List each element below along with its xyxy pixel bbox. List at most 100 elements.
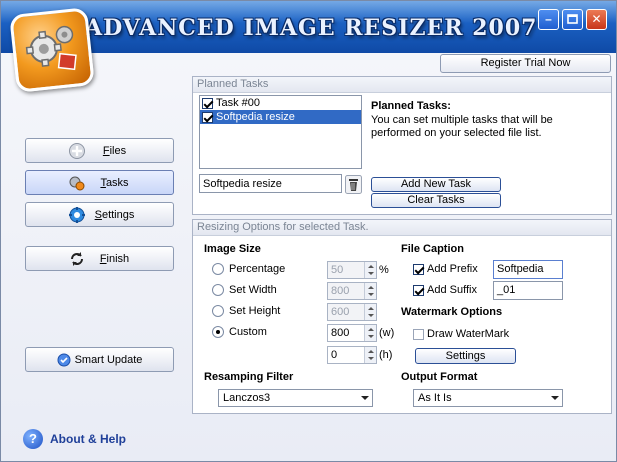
task-list[interactable]: Task #00 Softpedia resize [199, 95, 362, 169]
percentage-label: Percentage [229, 263, 286, 275]
settings-icon [69, 207, 85, 223]
task-item-selected[interactable]: Softpedia resize [200, 110, 361, 124]
task-item[interactable]: Task #00 [200, 96, 361, 110]
prefix-input[interactable]: Softpedia [493, 260, 563, 279]
output-format-heading: Output Format [401, 371, 478, 383]
stepper-arrows-icon[interactable] [364, 304, 376, 320]
minimize-button[interactable]: – [538, 9, 559, 30]
app-title: ADVANCED IMAGE RESIZER 2007 [85, 15, 538, 41]
clear-tasks-label: Clear Tasks [407, 194, 465, 206]
nav-settings-label: Settings [94, 208, 135, 221]
nav-tasks-button[interactable]: Tasks [25, 170, 174, 195]
set-height-radio[interactable]: Set Height [212, 305, 280, 317]
gears-icon [25, 25, 77, 71]
height-value: 600 [331, 306, 350, 318]
close-icon: ✕ [591, 12, 602, 26]
set-height-label: Set Height [229, 305, 281, 317]
height-unit: (h) [379, 349, 393, 361]
custom-height-stepper[interactable]: 0 [327, 346, 377, 364]
watermark-settings-button[interactable]: Settings [415, 348, 516, 364]
image-size-heading: Image Size [204, 243, 261, 255]
add-new-task-button[interactable]: Add New Task [371, 177, 501, 192]
trash-icon[interactable] [345, 175, 362, 194]
task-name-input[interactable] [199, 174, 342, 193]
set-width-label: Set Width [229, 284, 277, 296]
nav-tasks-label: Tasks [100, 176, 129, 189]
draw-watermark-checkbox-row[interactable]: Draw WaterMark [413, 328, 509, 340]
resampling-filter-select[interactable]: Lanczos3 [218, 389, 373, 407]
files-icon [69, 143, 85, 159]
radio-button-selected[interactable] [212, 326, 224, 338]
custom-width-value: 800 [331, 327, 350, 339]
nav-finish-button[interactable]: Finish [25, 246, 174, 271]
about-help-label: About & Help [50, 432, 126, 446]
height-stepper[interactable]: 600 [327, 303, 377, 321]
planned-tasks-title: Planned Tasks [193, 77, 611, 93]
maximize-button[interactable] [562, 9, 583, 30]
width-value: 800 [331, 285, 350, 297]
maximize-icon [567, 14, 578, 24]
watermark-heading: Watermark Options [401, 306, 503, 318]
smart-update-button[interactable]: Smart Update [25, 347, 174, 372]
width-stepper[interactable]: 800 [327, 282, 377, 300]
radio-button[interactable] [212, 263, 224, 275]
task-label: Task #00 [216, 97, 261, 109]
minimize-icon: – [545, 12, 552, 26]
percentage-value: 50 [331, 264, 344, 276]
custom-label: Custom [229, 326, 267, 338]
percent-unit: % [379, 264, 389, 276]
set-width-radio[interactable]: Set Width [212, 284, 277, 296]
stepper-arrows-icon[interactable] [364, 347, 376, 363]
clear-tasks-button[interactable]: Clear Tasks [371, 193, 501, 208]
title-banner: ADVANCED IMAGE RESIZER 2007 – ✕ [1, 1, 616, 53]
radio-button[interactable] [212, 305, 224, 317]
planned-tasks-panel: Planned Tasks Task #00 Softpedia resize … [192, 76, 612, 215]
smart-update-label: Smart Update [74, 353, 143, 366]
draw-watermark-label: Draw WaterMark [427, 328, 510, 340]
finish-icon [71, 252, 83, 266]
planned-info-text: You can set multiple tasks that will be … [371, 114, 553, 139]
output-format-select[interactable]: As It Is [413, 389, 563, 407]
add-prefix-checkbox-row[interactable]: Add Prefix [413, 263, 478, 275]
add-suffix-label: Add Suffix [427, 284, 477, 296]
nav-files-button[interactable]: Files [25, 138, 174, 163]
stepper-arrows-icon[interactable] [364, 325, 376, 341]
suffix-input[interactable]: _01 [493, 281, 563, 300]
add-new-task-label: Add New Task [400, 178, 472, 190]
percentage-radio[interactable]: Percentage [212, 263, 285, 275]
planned-info-title: Planned Tasks: [371, 100, 451, 112]
add-suffix-checkbox[interactable] [413, 284, 424, 296]
task-checkbox[interactable] [202, 97, 213, 109]
nav-settings-button[interactable]: Settings [25, 202, 174, 227]
update-icon [57, 353, 71, 366]
resizing-options-panel: Resizing Options for selected Task. Imag… [192, 219, 612, 414]
resampling-filter-value: Lanczos3 [223, 392, 271, 404]
add-prefix-checkbox[interactable] [413, 263, 424, 275]
resampling-filter-heading: Resamping Filter [204, 371, 294, 383]
chevron-down-icon[interactable] [361, 396, 369, 400]
resizing-options-title: Resizing Options for selected Task. [193, 220, 611, 236]
watermark-settings-label: Settings [445, 350, 486, 362]
task-checkbox[interactable] [202, 111, 213, 123]
percentage-stepper[interactable]: 50 [327, 261, 377, 279]
gears-logo-icon [9, 7, 95, 93]
chevron-down-icon[interactable] [551, 396, 559, 400]
stepper-arrows-icon[interactable] [364, 262, 376, 278]
register-trial-button[interactable]: Register Trial Now [440, 54, 611, 73]
tasks-icon [69, 176, 85, 191]
file-caption-heading: File Caption [401, 243, 464, 255]
task-label: Softpedia resize [216, 111, 295, 123]
stepper-arrows-icon[interactable] [364, 283, 376, 299]
close-button[interactable]: ✕ [586, 9, 607, 30]
custom-height-value: 0 [331, 349, 338, 361]
add-suffix-checkbox-row[interactable]: Add Suffix [413, 284, 477, 296]
radio-button[interactable] [212, 284, 224, 296]
about-help-link[interactable]: ? About & Help [23, 429, 126, 449]
custom-radio[interactable]: Custom [212, 326, 267, 338]
output-format-value: As It Is [418, 392, 452, 404]
custom-width-stepper[interactable]: 800 [327, 324, 377, 342]
draw-watermark-checkbox[interactable] [413, 328, 424, 340]
width-unit: (w) [379, 327, 395, 339]
nav-files-label: Files [102, 144, 127, 157]
help-icon: ? [23, 429, 43, 449]
